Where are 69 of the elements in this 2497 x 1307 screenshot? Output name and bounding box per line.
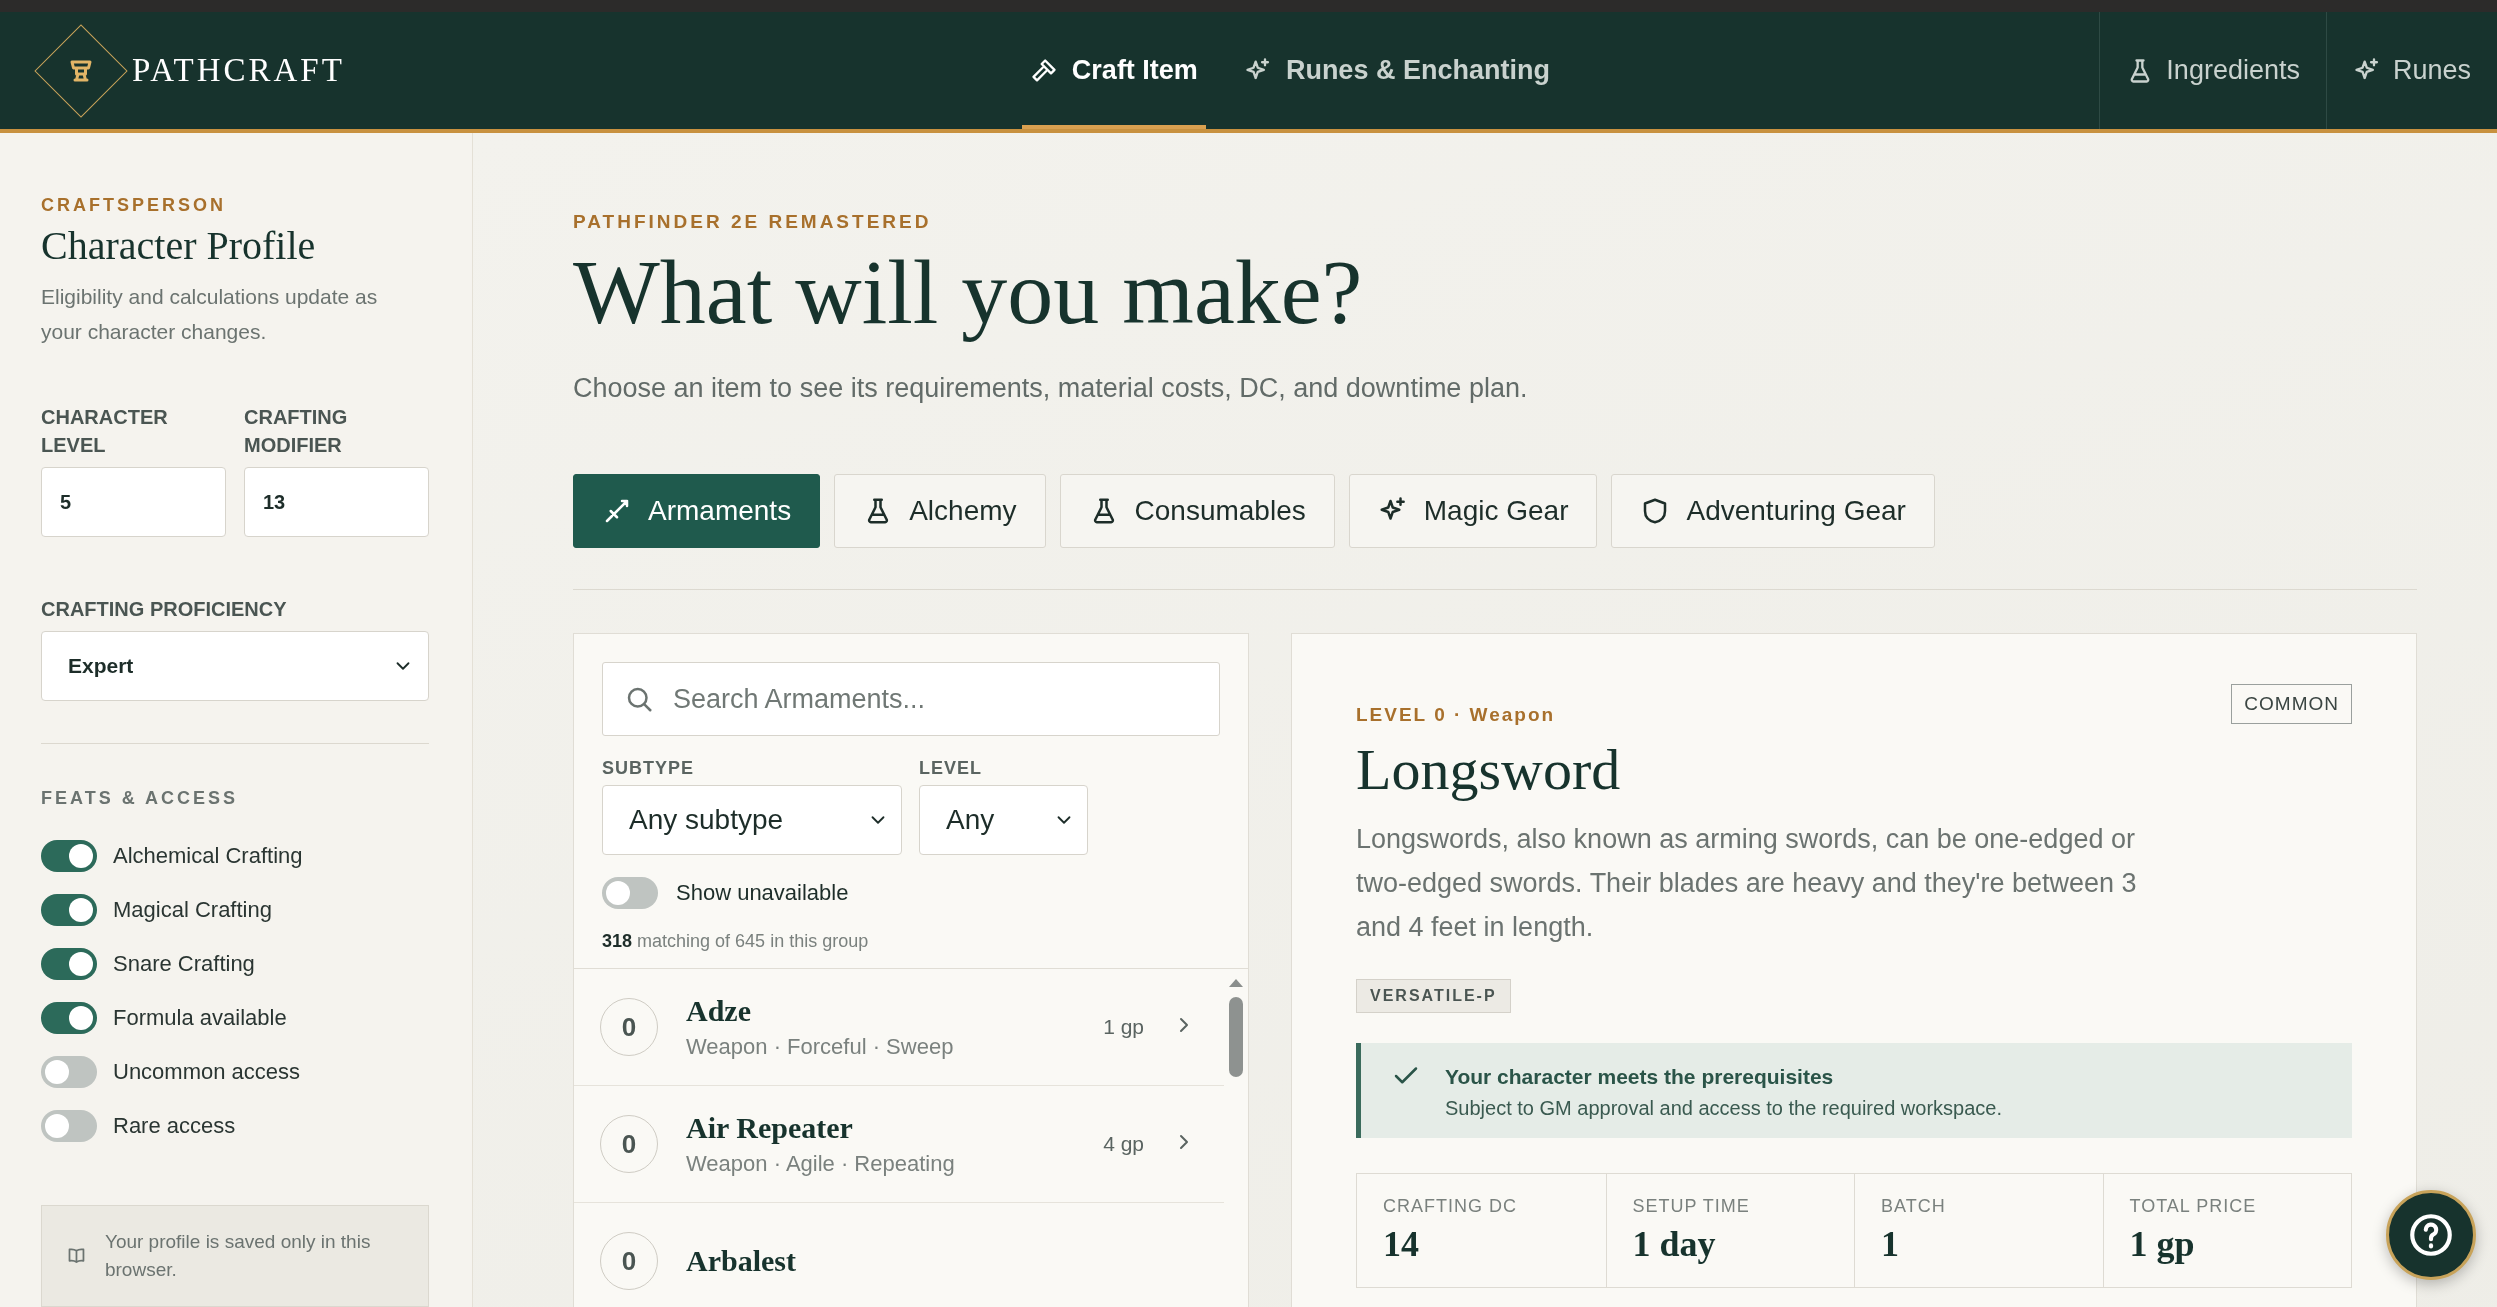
- stat-value: 1: [1881, 1223, 1900, 1265]
- result-count: 318 matching of 645 in this group: [602, 931, 870, 952]
- category-tab[interactable]: Consumables: [1059, 474, 1335, 548]
- filter-select[interactable]: Any subtype: [602, 785, 902, 855]
- toggle-label: Show unavailable: [676, 880, 849, 906]
- stat-label: BATCH: [1881, 1196, 1947, 1217]
- item-row[interactable]: 0 Adze Weapon · Forceful · Sweep 1 gp: [574, 969, 1224, 1086]
- toggle-switch[interactable]: [602, 877, 658, 909]
- item-title: Longsword: [1356, 736, 1622, 803]
- rarity-tag: COMMON: [2231, 684, 2352, 724]
- toggle-label: Uncommon access: [113, 1059, 301, 1085]
- note-text: Your profile is saved only in this browser.: [104, 1230, 372, 1282]
- category-tab[interactable]: Alchemy: [834, 474, 1046, 548]
- field-label: CRAFTING PROFICIENCY: [41, 597, 288, 622]
- item-kicker: LEVEL 0 · Weapon: [1356, 704, 1556, 726]
- number-field[interactable]: 5: [41, 467, 226, 537]
- item-row[interactable]: 0 Air Repeater Weapon · Agile · Repeating 4 gp: [574, 1086, 1224, 1203]
- toggle-label: Snare Crafting: [113, 951, 255, 977]
- item-traits: Weapon · Agile · Repeating: [686, 1151, 956, 1177]
- sidebar-description: Eligibility and calculations update as your character changes.: [41, 284, 379, 345]
- item-price: 4 gp: [1103, 1132, 1144, 1156]
- section-heading: FEATS & ACCESS: [41, 788, 239, 809]
- item-description: Longswords, also known as arming swords, can be one-edged or two-edged swords. Their blades are heavy and they're between 3 and 4 feet in length.: [1356, 823, 2138, 944]
- item-traits: Weapon · Forceful · Sweep: [686, 1034, 955, 1060]
- nav-link[interactable]: Runes: [2325, 12, 2497, 129]
- sidebar-title: Character Profile: [41, 222, 317, 269]
- banner-text: Subject to GM approval and access to the required workspace.: [1445, 1097, 2002, 1120]
- toggle-switch[interactable]: [41, 948, 97, 980]
- toggle-switch[interactable]: [41, 1056, 97, 1088]
- toggle-label: Formula available: [113, 1005, 287, 1031]
- item-name: Arbalest: [686, 1244, 797, 1278]
- category-tab[interactable]: Adventuring Gear: [1611, 474, 1935, 548]
- category-tab[interactable]: Armaments: [573, 474, 821, 548]
- nav-link[interactable]: Ingredients: [2099, 12, 2326, 129]
- proficiency-select[interactable]: Expert: [41, 631, 429, 701]
- filter-label: SUBTYPE: [602, 758, 696, 779]
- toggle-switch[interactable]: [41, 1002, 97, 1034]
- toggle-label: Rare access: [113, 1113, 236, 1139]
- number-field[interactable]: 13: [244, 467, 429, 537]
- stat-value: 1 day: [1632, 1223, 1717, 1265]
- page-title: What will you make?: [573, 240, 1364, 345]
- banner-title: Your character meets the prerequisites: [1445, 1065, 1835, 1089]
- field-label: CRAFTING MODIFIER: [244, 405, 349, 458]
- category-tab[interactable]: Magic Gear: [1348, 474, 1598, 548]
- stat-label: CRAFTING DC: [1383, 1196, 1518, 1217]
- brand-name: PATHCRAFT: [132, 52, 345, 89]
- item-row[interactable]: 0 Arbalest: [574, 1203, 1224, 1307]
- filter-select[interactable]: Any: [919, 785, 1088, 855]
- page-subtitle: Choose an item to see its requirements, material costs, DC, and downtime plan.: [573, 373, 1529, 404]
- section-kicker: CRAFTSPERSON: [41, 195, 227, 216]
- toggle-label: Alchemical Crafting: [113, 843, 303, 869]
- stat-value: 14: [1383, 1223, 1420, 1265]
- toggle-switch[interactable]: [41, 894, 97, 926]
- trait-tag: VERSATILE-P: [1356, 979, 1511, 1013]
- item-name: Air Repeater: [686, 1111, 854, 1145]
- stat-label: SETUP TIME: [1632, 1196, 1751, 1217]
- nav-tab[interactable]: Runes & Enchanting: [1235, 12, 1558, 129]
- nav-tab[interactable]: Craft Item: [1021, 12, 1206, 129]
- field-label: CHARACTER LEVEL: [41, 405, 169, 458]
- stat-label: TOTAL PRICE: [2129, 1196, 2258, 1217]
- toggle-switch[interactable]: [41, 1110, 97, 1142]
- item-price: 1 gp: [1103, 1015, 1144, 1039]
- search-field[interactable]: Search Armaments...: [602, 662, 1220, 736]
- toggle-switch[interactable]: [41, 840, 97, 872]
- item-name: Adze: [686, 994, 752, 1028]
- page-kicker: PATHFINDER 2E REMASTERED: [573, 211, 933, 233]
- toggle-label: Magical Crafting: [113, 897, 272, 923]
- filter-label: LEVEL: [919, 758, 983, 779]
- stat-value: 1 gp: [2129, 1223, 2196, 1265]
